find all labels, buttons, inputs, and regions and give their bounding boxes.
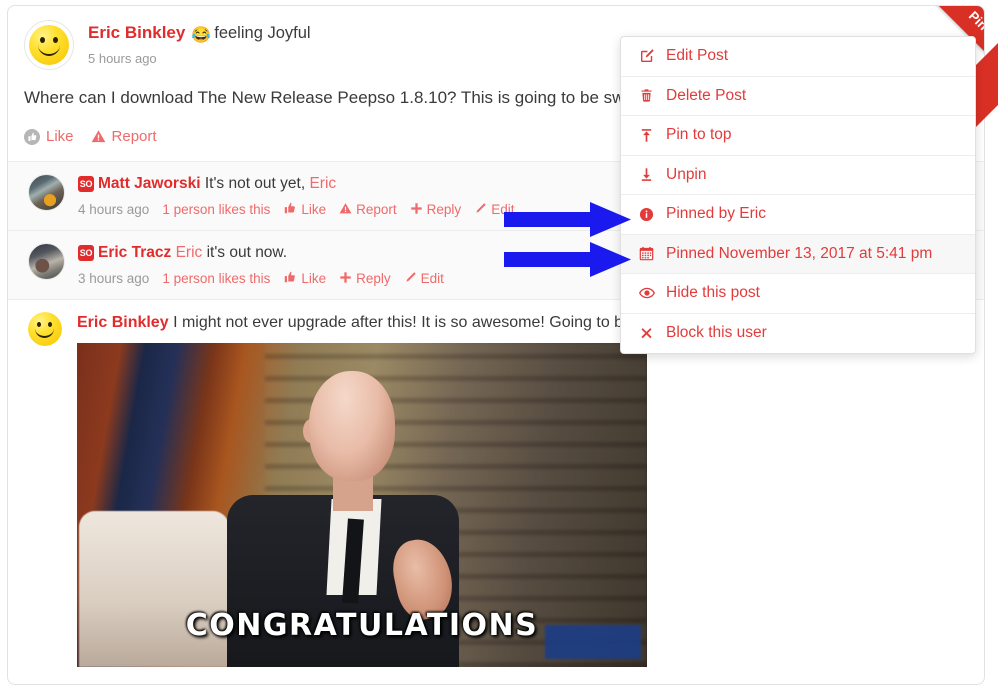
post-feeling: feeling Joyful	[214, 24, 311, 42]
plus-icon	[410, 202, 423, 218]
comment-reply-button[interactable]: Reply	[339, 271, 391, 287]
comment-author-name[interactable]: Matt Jaworski	[98, 175, 201, 192]
comment-report-button[interactable]: Report	[339, 202, 397, 218]
post-like-label: Like	[46, 128, 74, 145]
comment-text: it's out now.	[202, 244, 288, 261]
shared-post: Eric Binkley I might not ever upgrade af…	[8, 299, 984, 667]
menu-item-label: Block this user	[666, 324, 767, 342]
comment-avatar[interactable]	[28, 243, 65, 280]
menu-item-label: Pin to top	[666, 126, 732, 144]
comment-reply-button[interactable]: Reply	[410, 202, 462, 218]
post-header-text: Eric Binkley 😂 feeling Joyful 5 hours ago	[88, 20, 311, 66]
comment-timestamp: 4 hours ago	[78, 202, 150, 217]
menu-item-unpin[interactable]: Unpin	[621, 156, 975, 195]
menu-item-label: Unpin	[666, 165, 707, 183]
comment-author-name[interactable]: Eric Tracz	[98, 244, 171, 261]
menu-item-label: Pinned by Eric	[666, 205, 766, 223]
menu-item-label: Hide this post	[666, 284, 760, 302]
warning-triangle-icon	[91, 129, 106, 144]
menu-item-label: Delete Post	[666, 86, 747, 104]
so-badge-icon: SO	[78, 245, 94, 261]
comment-like-label: Like	[301, 271, 327, 286]
pin-up-icon	[638, 128, 655, 143]
menu-item-pinned-date[interactable]: Pinned November 13, 2017 at 5:41 pm	[621, 234, 975, 274]
comment-likes-count[interactable]: 1 person likes this	[162, 271, 270, 286]
comment-edit-label: Edit	[420, 271, 444, 286]
comment-like-label: Like	[301, 202, 327, 217]
menu-item-pinned-by[interactable]: Pinned by Eric	[621, 195, 975, 235]
comment-like-button[interactable]: Like	[283, 201, 326, 218]
avatar[interactable]	[28, 312, 62, 346]
comment-avatar[interactable]	[28, 174, 65, 211]
menu-item-hide-post[interactable]: Hide this post	[621, 274, 975, 314]
menu-item-delete-post[interactable]: Delete Post	[621, 77, 975, 116]
comment-likes-count[interactable]: 1 person likes this	[162, 202, 270, 217]
post-report-button[interactable]: Report	[91, 128, 157, 145]
trash-icon	[638, 88, 655, 103]
post-timestamp: 5 hours ago	[88, 51, 157, 66]
comment-text: It's not out yet,	[204, 175, 310, 192]
so-badge-icon: SO	[78, 176, 94, 192]
smiley-face-icon	[28, 312, 62, 346]
post-options-dropdown: Edit Post Delete Post Pin to top Unpin P	[620, 36, 976, 354]
post-like-button[interactable]: Like	[24, 128, 74, 145]
gif-head	[309, 371, 395, 481]
comment-like-button[interactable]: Like	[283, 270, 326, 287]
comment-edit-button[interactable]: Edit	[404, 271, 444, 287]
comment-edit-button[interactable]: Edit	[474, 202, 514, 218]
chevron-down-icon[interactable]	[960, 22, 972, 28]
eye-icon	[638, 285, 655, 301]
thumbs-up-icon	[24, 128, 40, 145]
pencil-icon	[474, 202, 487, 218]
shared-post-content: Eric Binkley I might not ever upgrade af…	[77, 312, 968, 667]
info-circle-icon	[638, 207, 655, 222]
comment-edit-label: Edit	[491, 202, 515, 217]
pencil-icon	[404, 271, 417, 287]
plus-icon	[339, 271, 352, 287]
smiley-face-icon	[29, 25, 69, 65]
thumbs-up-icon	[283, 270, 297, 287]
post-gif-image[interactable]: CONGRATULATIONS	[77, 343, 647, 667]
comment-timestamp: 3 hours ago	[78, 271, 150, 286]
edit-square-icon	[638, 48, 655, 64]
pin-down-icon	[638, 167, 655, 182]
warning-triangle-icon	[339, 202, 352, 218]
gif-chair	[79, 511, 229, 667]
joy-emoji-icon: 😂	[191, 27, 212, 44]
shared-post-text: I might not ever upgrade after this! It …	[173, 314, 655, 331]
post-author-name[interactable]: Eric Binkley	[88, 23, 185, 42]
menu-item-block-user[interactable]: Block this user	[621, 314, 975, 354]
shared-post-author-name[interactable]: Eric Binkley	[77, 314, 169, 331]
menu-item-label: Edit Post	[666, 47, 729, 65]
calendar-icon	[638, 246, 655, 261]
comment-mention[interactable]: Eric	[176, 244, 203, 261]
screenshot-root: Eric Binkley 😂 feeling Joyful 5 hours ago …	[0, 0, 1000, 691]
comment-reply-label: Reply	[426, 202, 462, 217]
author-line: Eric Binkley 😂 feeling Joyful	[88, 22, 311, 46]
gif-caption-text: CONGRATULATIONS	[185, 608, 539, 643]
menu-item-pin-to-top[interactable]: Pin to top	[621, 116, 975, 156]
menu-item-edit-post[interactable]: Edit Post	[621, 37, 975, 77]
menu-item-label: Pinned November 13, 2017 at 5:41 pm	[666, 244, 933, 262]
thumbs-up-icon	[283, 201, 297, 218]
avatar[interactable]	[24, 20, 74, 70]
comment-mention[interactable]: Eric	[309, 175, 336, 192]
post-report-label: Report	[111, 128, 157, 145]
comment-report-label: Report	[356, 202, 397, 217]
x-mark-icon	[638, 326, 655, 341]
comment-reply-label: Reply	[356, 271, 391, 286]
